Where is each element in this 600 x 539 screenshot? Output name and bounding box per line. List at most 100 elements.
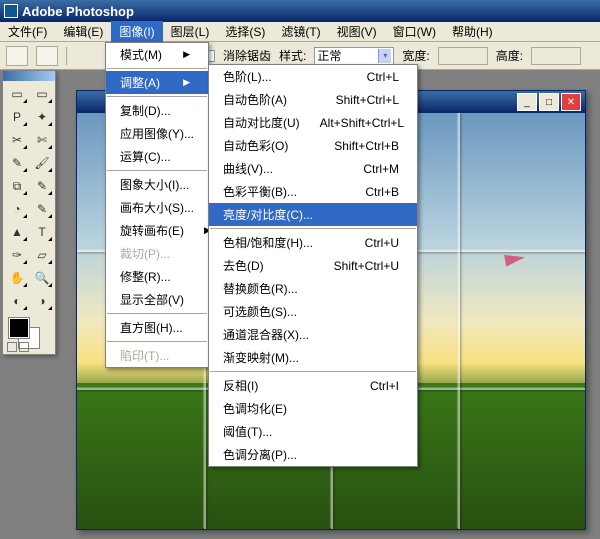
style-label: 样式: — [279, 47, 306, 64]
menu-window[interactable]: 窗口(W) — [385, 21, 444, 42]
menu-item-label: 陷印(T)... — [120, 347, 190, 364]
menu-item-label: 直方图(H)... — [120, 319, 190, 336]
menu-item[interactable]: 色调分离(P)... — [209, 443, 417, 466]
menu-item[interactable]: 运算(C)... — [106, 145, 208, 168]
tool-12[interactable]: ▲ — [5, 221, 29, 243]
menu-item[interactable]: 反相(I)Ctrl+I — [209, 374, 417, 397]
tool-19[interactable]: ◑ — [30, 290, 54, 312]
height-input[interactable] — [531, 47, 581, 65]
app-icon — [4, 4, 18, 18]
tool-9[interactable]: ✎ — [30, 175, 54, 197]
menu-item[interactable]: 旋转画布(E)▶ — [106, 219, 208, 242]
image-menu: 模式(M) ▶ 调整(A)▶ 复制(D)... 应用图像(Y)...运算(C)... 图象… — [105, 42, 209, 368]
tool-17[interactable]: 🔍 — [30, 267, 54, 289]
tool-13[interactable]: T — [30, 221, 54, 243]
tool-4[interactable]: ✂ — [5, 129, 29, 151]
menu-item[interactable]: 画布大小(S)... — [106, 196, 208, 219]
tool-3[interactable]: ✦ — [30, 106, 54, 128]
tool-6[interactable]: ✎ — [5, 152, 29, 174]
tool-7[interactable]: 🖌 — [30, 152, 54, 174]
menu-item-label: 自动对比度(U) — [223, 114, 300, 131]
menu-item[interactable]: 自动对比度(U) Alt+Shift+Ctrl+L — [209, 111, 417, 134]
menu-item-label: 复制(D)... — [120, 102, 190, 119]
menu-item-label: 阈值(T)... — [223, 423, 399, 440]
menu-item[interactable]: 色调均化(E) — [209, 397, 417, 420]
menu-item[interactable]: 色阶(L)...Ctrl+L — [209, 65, 417, 88]
menu-item[interactable]: 曲线(V)...Ctrl+M — [209, 157, 417, 180]
menu-select[interactable]: 选择(S) — [217, 21, 273, 42]
tool-11[interactable]: ✎ — [30, 198, 54, 220]
menu-item: 裁切(P)... — [106, 242, 208, 265]
menu-item[interactable]: 替换颜色(R)... — [209, 277, 417, 300]
menu-item[interactable]: 去色(D)Shift+Ctrl+U — [209, 254, 417, 277]
minimize-button[interactable]: _ — [517, 93, 537, 111]
menu-item[interactable]: 阈值(T)... — [209, 420, 417, 443]
menu-item[interactable]: 图象大小(I)... — [106, 173, 208, 196]
menu-item-label: 替换颜色(R)... — [223, 280, 399, 297]
tool-2[interactable]: P — [5, 106, 29, 128]
menu-item[interactable]: 直方图(H)... — [106, 316, 208, 339]
maximize-button[interactable]: □ — [539, 93, 559, 111]
adjust-submenu: 色阶(L)...Ctrl+L自动色阶(A)Shift+Ctrl+L自动对比度(U… — [208, 64, 418, 467]
close-button[interactable]: ✕ — [561, 93, 581, 111]
menu-file[interactable]: 文件(F) — [0, 21, 55, 42]
antialias-label: 消除锯齿 — [223, 47, 271, 64]
menu-item[interactable]: 应用图像(Y)... — [106, 122, 208, 145]
menu-item-label: 通道混合器(X)... — [223, 326, 399, 343]
menu-item[interactable]: 色相/饱和度(H)...Ctrl+U — [209, 231, 417, 254]
menu-item[interactable]: 色彩平衡(B)...Ctrl+B — [209, 180, 417, 203]
shortcut-label: Ctrl+I — [370, 379, 399, 393]
foreground-color[interactable] — [9, 318, 29, 338]
menu-image[interactable]: 图像(I) — [111, 21, 162, 42]
menu-item[interactable]: 亮度/对比度(C)... — [209, 203, 417, 226]
menu-item-label: 曲线(V)... — [223, 160, 343, 177]
menu-item-label: 色调分离(P)... — [223, 446, 399, 463]
menu-item-label: 裁切(P)... — [120, 245, 190, 262]
menu-item-label: 自动色阶(A) — [223, 91, 316, 108]
menu-item-label: 模式(M) — [120, 46, 163, 63]
menu-item-label: 修整(R)... — [120, 268, 190, 285]
menu-item[interactable]: 自动色彩(O)Shift+Ctrl+B — [209, 134, 417, 157]
menu-item[interactable]: 修整(R)... — [106, 265, 208, 288]
menu-item-label: 渐变映射(M)... — [223, 349, 399, 366]
menu-item[interactable]: 复制(D)... — [106, 99, 208, 122]
menu-item[interactable]: 显示全部(V) — [106, 288, 208, 311]
app-title: Adobe Photoshop — [22, 4, 134, 19]
tool-10[interactable]: ◔ — [5, 198, 29, 220]
tool-18[interactable]: ◐ — [5, 290, 29, 312]
tool-14[interactable]: ✑ — [5, 244, 29, 266]
tool-1[interactable]: ▭ — [30, 83, 54, 105]
width-input[interactable] — [438, 47, 488, 65]
menu-edit[interactable]: 编辑(E) — [55, 21, 111, 42]
tool-5[interactable]: ✄ — [30, 129, 54, 151]
menu-view[interactable]: 视图(V) — [329, 21, 385, 42]
tool-16[interactable]: ✋ — [5, 267, 29, 289]
menu-item[interactable]: 调整(A)▶ — [106, 71, 208, 94]
menu-item[interactable]: 可选颜色(S)... — [209, 300, 417, 323]
menu-item-label: 可选颜色(S)... — [223, 303, 399, 320]
menu-item-label: 自动色彩(O) — [223, 137, 314, 154]
shortcut-label: Ctrl+L — [367, 70, 399, 84]
submenu-arrow-icon: ▶ — [183, 49, 190, 60]
menu-item-label: 色调均化(E) — [223, 400, 399, 417]
menu-layer[interactable]: 图层(L) — [163, 21, 218, 42]
menubar: 文件(F) 编辑(E) 图像(I) 图层(L) 选择(S) 滤镜(T) 视图(V… — [0, 22, 600, 42]
tool-15[interactable]: ▱ — [30, 244, 54, 266]
menu-help[interactable]: 帮助(H) — [444, 21, 501, 42]
style-select[interactable]: 正常 ▾ — [314, 47, 394, 65]
menu-item-label: 去色(D) — [223, 257, 314, 274]
tool-preset-button[interactable] — [6, 46, 28, 66]
menu-item[interactable]: 通道混合器(X)... — [209, 323, 417, 346]
menu-item[interactable]: 自动色阶(A)Shift+Ctrl+L — [209, 88, 417, 111]
toolbox-header[interactable] — [3, 71, 55, 81]
menu-item[interactable]: 模式(M) ▶ — [106, 43, 208, 66]
tool-8[interactable]: ⧉ — [5, 175, 29, 197]
menu-filter[interactable]: 滤镜(T) — [273, 21, 328, 42]
shortcut-label: Ctrl+B — [365, 185, 399, 199]
menu-item-label: 画布大小(S)... — [120, 199, 194, 216]
shortcut-label: Alt+Shift+Ctrl+L — [320, 116, 404, 130]
menu-item[interactable]: 渐变映射(M)... — [209, 346, 417, 369]
option-button[interactable] — [36, 46, 58, 66]
tool-0[interactable]: ▭ — [5, 83, 29, 105]
menu-item-label: 旋转画布(E) — [120, 222, 184, 239]
